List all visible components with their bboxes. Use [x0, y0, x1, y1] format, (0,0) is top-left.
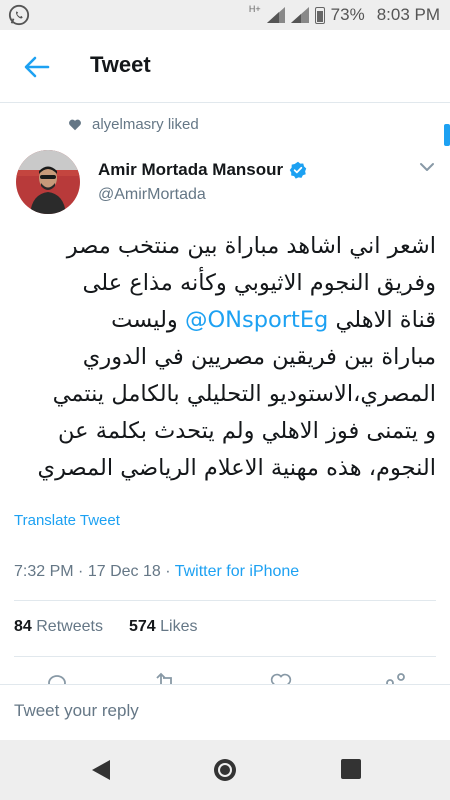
share-icon[interactable] [385, 672, 407, 684]
tweet-line: النجوم، هذه مهنية الاعلام الرياضي المصري [37, 455, 436, 481]
retweet-icon[interactable] [155, 672, 177, 684]
tweet-time: 7:32 PM [14, 563, 74, 580]
chevron-down-icon[interactable] [418, 158, 436, 176]
tweet-line: مباراة بين فريقين مصريين في الدوري [82, 344, 436, 370]
tweet-line: وفريق النجوم الاثيوبي وكأنه مذاع على [82, 270, 437, 296]
page-title: Tweet [90, 52, 151, 77]
app-header: Tweet [0, 30, 450, 103]
battery-icon [314, 6, 325, 24]
translate-tweet-link[interactable]: Translate Tweet [14, 512, 120, 529]
likes-label: Likes [160, 618, 198, 635]
nav-recents-icon[interactable] [340, 758, 362, 785]
nav-home-icon[interactable] [211, 756, 239, 789]
meta-separator: · [78, 563, 88, 580]
retweets-label: Retweets [36, 618, 103, 635]
avatar[interactable] [16, 150, 80, 214]
tweet-line: المصري،الاستوديو التحليلي بالكامل ينتمي [52, 381, 436, 407]
reply-icon[interactable] [46, 672, 68, 684]
clock: 8:03 PM [376, 5, 440, 24]
mention-link[interactable]: @ONsportEg [185, 307, 328, 333]
tweet-source-link[interactable]: Twitter for iPhone [175, 563, 300, 580]
scrollbar-thumb[interactable] [444, 124, 450, 146]
tweet-meta: 7:32 PM · 17 Dec 18 · Twitter for iPhone [14, 563, 299, 581]
nav-back-icon[interactable] [90, 758, 112, 787]
signal-icon-2 [290, 7, 309, 23]
system-nav-bar [0, 740, 450, 800]
liked-by-text: alyelmasry liked [92, 116, 199, 133]
heart-icon [68, 118, 82, 132]
tweet-line: و يتمنى فوز الاهلي ولم يتحدث بكلمة عن [58, 418, 436, 444]
tweet-actions [0, 668, 450, 684]
status-bar: H+ 73% 8:03 PM [0, 0, 450, 30]
verified-badge-icon [289, 161, 307, 179]
tweet-date: 17 Dec 18 [87, 563, 161, 580]
like-icon[interactable] [270, 672, 292, 684]
tweet-line: اشعر اني اشاهد مباراة بين منتخب مصر [66, 233, 436, 259]
likes-count: 574 [128, 618, 156, 635]
author-name-text: Amir Mortada Mansour [98, 160, 284, 179]
likes-stat[interactable]: 574 Likes [129, 618, 198, 636]
meta-separator: · [165, 563, 175, 580]
reply-input[interactable]: Tweet your reply [14, 701, 139, 721]
retweets-count: 84 [14, 618, 32, 635]
social-context[interactable]: alyelmasry liked [68, 116, 199, 133]
tweet-text: اشعر اني اشاهد مباراة بين منتخب مصر وفري… [14, 228, 436, 487]
author-name[interactable]: Amir Mortada Mansour [98, 160, 307, 180]
whatsapp-icon [8, 4, 30, 31]
retweets-stat[interactable]: 84 Retweets [14, 618, 103, 636]
reply-bar: Tweet your reply [0, 684, 450, 739]
tweet-line-with-mention: قناة الاهلي @ONsportEg وليست [14, 302, 436, 339]
divider [14, 656, 436, 657]
battery-percent: 73% [330, 5, 365, 24]
tweet-stats: 84 Retweets 574 Likes [14, 618, 197, 636]
network-type: H+ [248, 4, 261, 14]
author-handle[interactable]: @AmirMortada [98, 186, 206, 204]
signal-icon [266, 7, 285, 23]
tweet-text-fragment: وليست [111, 307, 185, 333]
divider [14, 600, 436, 601]
back-arrow-icon[interactable] [22, 52, 52, 82]
tweet-text-fragment: قناة الاهلي [328, 307, 436, 333]
